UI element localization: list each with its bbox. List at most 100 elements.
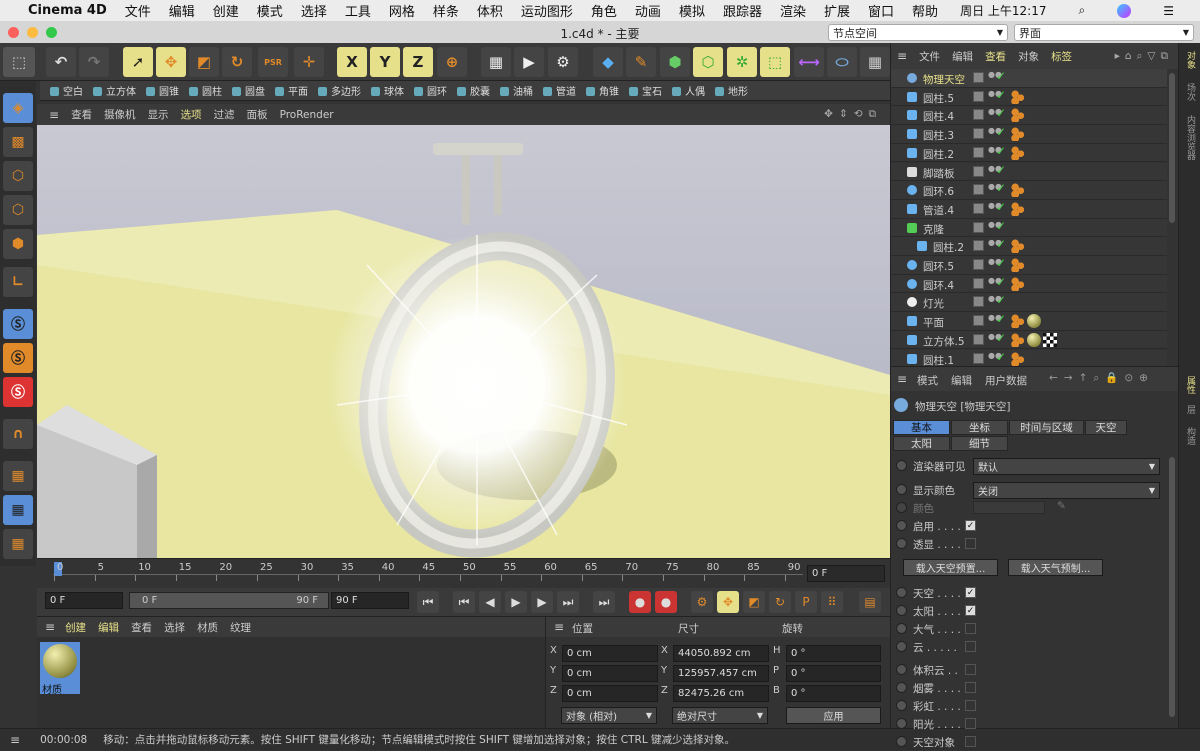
material-hamburger-icon[interactable]: ≡ — [45, 620, 55, 634]
redo-icon[interactable]: ↷ — [79, 47, 109, 77]
renderer-visible-select[interactable]: 默认 ▼ — [973, 458, 1160, 475]
enabled-check-icon[interactable]: ✓ — [996, 69, 1006, 83]
layer-icon[interactable] — [973, 221, 984, 233]
menu-mode[interactable]: 模式 — [257, 1, 283, 20]
cloner-icon[interactable]: ✲ — [727, 47, 757, 77]
material-tag-icon[interactable] — [1027, 314, 1041, 329]
menu-select[interactable]: 选择 — [301, 1, 327, 20]
next-frame-icon[interactable]: ▶ — [531, 591, 553, 613]
primitive-platonic[interactable]: 宝石 — [629, 83, 662, 98]
primitive-capsule[interactable]: 胶囊 — [457, 83, 490, 98]
phong-tag-icon[interactable] — [1011, 314, 1025, 329]
render-settings-icon[interactable]: ⚙ — [548, 47, 578, 77]
play-icon[interactable]: ▶ — [505, 591, 527, 613]
coord-mode-select[interactable]: 对象 (相对) ▼ — [561, 707, 657, 724]
side-tab-takes[interactable]: 场次 — [1184, 83, 1197, 101]
layer-icon[interactable] — [973, 296, 984, 308]
next-key-icon[interactable]: ⏭ — [557, 591, 579, 613]
side-tab-layers[interactable]: 层 — [1184, 405, 1197, 414]
app-menu[interactable]: Cinema 4D — [28, 3, 107, 18]
visibility-dots-icon[interactable]: ●● — [988, 220, 1002, 234]
phong-tag-icon[interactable] — [1011, 201, 1025, 216]
transform-icon[interactable]: ✛ — [294, 47, 324, 77]
anim-radio[interactable] — [896, 682, 907, 693]
anim-radio[interactable] — [896, 587, 907, 598]
coord-hamburger-icon[interactable]: ≡ — [554, 620, 564, 634]
enabled-check-icon[interactable]: ✓ — [996, 331, 1006, 345]
enabled-check-icon[interactable]: ✓ — [996, 200, 1006, 214]
object-row[interactable]: 圆环.6 ●● ✓ — [891, 181, 1167, 200]
menu-create[interactable]: 创建 — [213, 1, 239, 20]
anim-radio[interactable] — [896, 623, 907, 634]
anim-radio[interactable] — [896, 538, 907, 549]
phong-tag-icon[interactable] — [1011, 239, 1025, 254]
anim-radio[interactable] — [896, 460, 907, 471]
object-row[interactable]: 圆环.4 ●● ✓ — [891, 274, 1167, 294]
om-hamburger-icon[interactable]: ≡ — [897, 49, 907, 63]
visibility-dots-icon[interactable]: ●● — [988, 295, 1002, 308]
autokey-icon[interactable]: ● — [655, 591, 677, 613]
enabled-check-icon[interactable]: ✓ — [996, 88, 1006, 102]
tab-details[interactable]: 细节 — [951, 436, 1008, 451]
enabled-check-icon[interactable]: ✓ — [996, 293, 1006, 307]
layer-icon[interactable] — [973, 333, 984, 345]
menu-window[interactable]: 窗口 — [868, 1, 894, 20]
status-hamburger-icon[interactable]: ≡ — [10, 733, 20, 747]
mat-menu-view[interactable]: 查看 — [131, 620, 152, 635]
object-row[interactable]: 圆柱.1 ●● ✓ — [891, 349, 1167, 366]
side-tab-objects[interactable]: 对象 — [1184, 51, 1197, 69]
texture-tag-icon[interactable] — [1043, 332, 1057, 347]
phong-tag-icon[interactable] — [1011, 89, 1025, 104]
anim-radio[interactable] — [896, 718, 907, 729]
vp-menu-prorender[interactable]: ProRender — [280, 109, 334, 121]
start-frame-field[interactable]: 0 F — [45, 592, 123, 609]
mat-menu-edit[interactable]: 编辑 — [98, 620, 119, 635]
menu-mesh[interactable]: 网格 — [389, 1, 415, 20]
option-checkbox[interactable]: ✓ — [965, 587, 976, 598]
phong-tag-icon[interactable] — [1011, 145, 1025, 160]
viewport-hamburger-icon[interactable]: ≡ — [49, 108, 59, 122]
size-field[interactable]: 44050.892 cm — [673, 645, 769, 662]
object-row[interactable]: 物理天空 ●● ✓ — [891, 69, 1167, 88]
size-field[interactable]: 125957.457 cm — [673, 665, 769, 682]
enabled-check-icon[interactable]: ✓ — [996, 312, 1006, 326]
layer-icon[interactable] — [973, 240, 984, 252]
rotation-field[interactable]: 0 ° — [786, 645, 881, 662]
axis-mode-icon[interactable]: ∟ — [3, 267, 33, 297]
visibility-dots-icon[interactable]: ●● — [988, 183, 1002, 196]
texture-mode-icon[interactable]: ▩ — [3, 127, 33, 157]
snap-settings-icon[interactable]: Ⓢ — [3, 343, 33, 373]
enabled-check-icon[interactable]: ✓ — [996, 144, 1006, 158]
anim-radio[interactable] — [896, 484, 907, 495]
mat-menu-select[interactable]: 选择 — [164, 620, 185, 635]
layout-select[interactable]: 界面 ▼ — [1014, 24, 1194, 41]
apply-button[interactable]: 应用 — [786, 707, 881, 724]
layer-icon[interactable] — [973, 315, 984, 327]
anim-radio[interactable] — [896, 520, 907, 531]
primitive-landscape[interactable]: 地形 — [715, 83, 748, 98]
option-checkbox[interactable] — [965, 700, 976, 711]
enabled-check-icon[interactable]: ✓ — [996, 256, 1006, 270]
object-row[interactable]: 圆环.5 ●● ✓ — [891, 256, 1167, 275]
phong-tag-icon[interactable] — [1011, 108, 1025, 123]
magnet-icon[interactable]: ∩ — [3, 419, 33, 449]
polygons-mode-icon[interactable]: ⬢ — [3, 229, 33, 259]
points-mode-icon[interactable]: ⬡ — [3, 161, 33, 191]
end-frame-field[interactable]: 90 F — [331, 592, 409, 609]
prev-key-icon[interactable]: ⏮ — [453, 591, 475, 613]
layer-icon[interactable] — [973, 184, 984, 196]
side-tab-attributes[interactable]: 属性 — [1184, 376, 1197, 394]
phong-tag-icon[interactable] — [1011, 127, 1025, 142]
primitive-disc[interactable]: 圆盘 — [232, 83, 265, 98]
anim-radio[interactable] — [896, 664, 907, 675]
primitive-polygon[interactable]: 多边形 — [318, 83, 361, 98]
object-row[interactable]: 管道.4 ●● ✓ — [891, 199, 1167, 219]
vp-menu-cameras[interactable]: 摄像机 — [104, 107, 136, 122]
phong-tag-icon[interactable] — [1011, 258, 1025, 272]
layer-icon[interactable] — [973, 72, 984, 83]
menu-render[interactable]: 渲染 — [780, 1, 806, 20]
anim-radio[interactable] — [896, 641, 907, 652]
option-checkbox[interactable] — [965, 641, 976, 652]
node-space-select[interactable]: 节点空间 ▼ — [828, 24, 1008, 41]
attr-menu-mode[interactable]: 模式 — [917, 373, 938, 388]
